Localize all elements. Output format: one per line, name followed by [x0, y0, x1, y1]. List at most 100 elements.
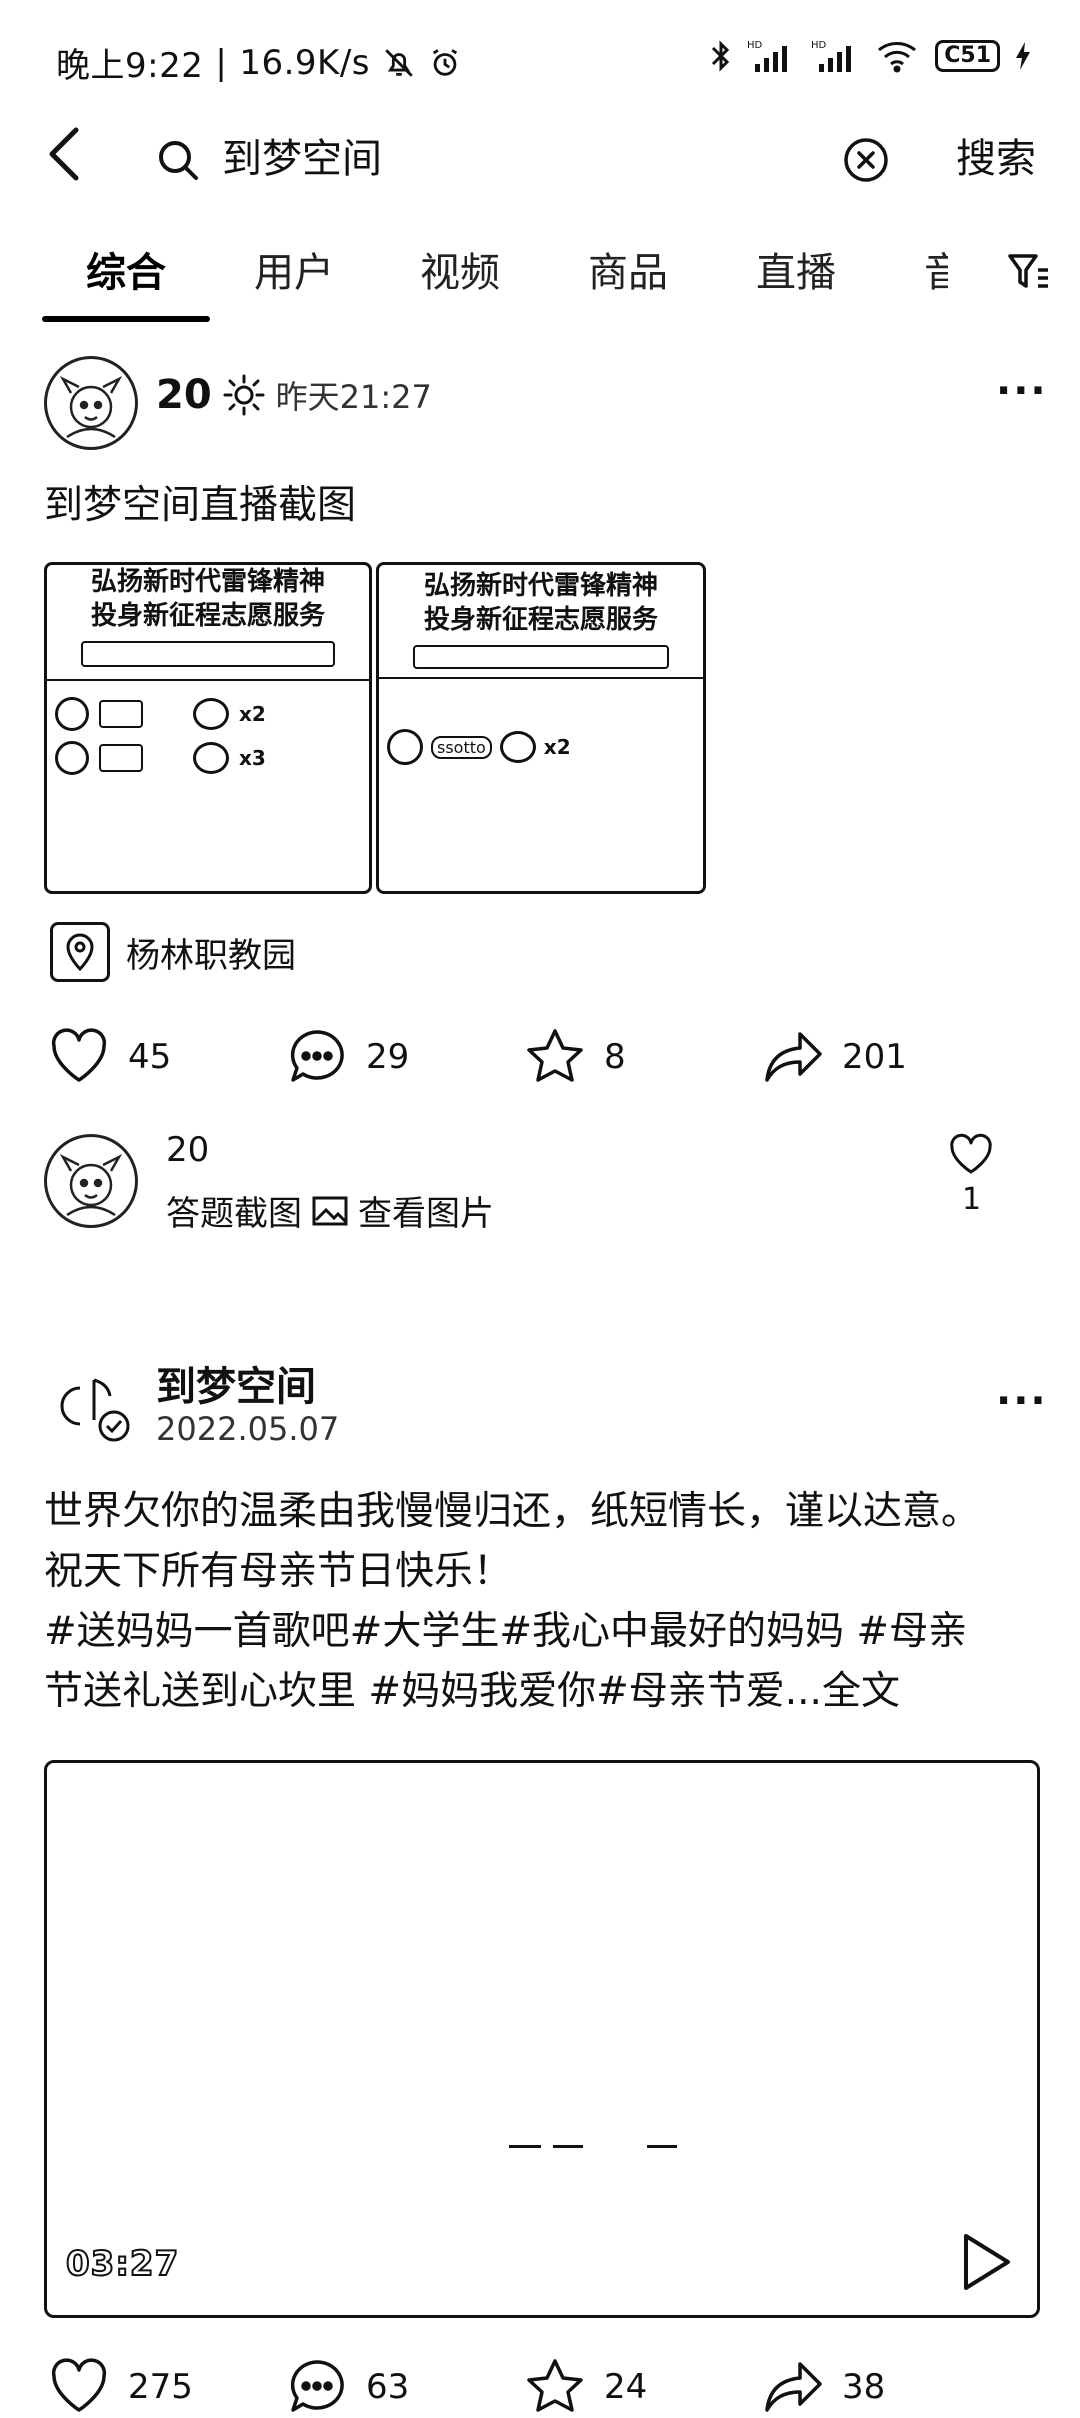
tab-users[interactable]: 用户 — [254, 240, 334, 298]
comment-icon — [290, 2360, 344, 2412]
tab-music[interactable]: 音 — [924, 240, 948, 298]
comment-count: 29 — [366, 1037, 410, 1077]
location-icon — [50, 922, 110, 982]
avatar[interactable] — [44, 356, 138, 450]
tab-general[interactable]: 综合 — [86, 240, 166, 298]
share-count: 38 — [842, 2367, 886, 2407]
thumbnail-title-line2: 投身新征程志愿服务 — [423, 605, 658, 635]
star-icon — [527, 2359, 583, 2412]
video-player[interactable] — [44, 1760, 1040, 2318]
clear-icon[interactable] — [842, 136, 890, 184]
thumbnail-count: x2 — [239, 702, 266, 726]
favorite-button[interactable]: 8 — [524, 1026, 626, 1088]
caption-line: 世界欠你的温柔由我慢慢归还，纸短情长，谨以达意。 — [44, 1489, 981, 1534]
thumbnail-divider — [47, 679, 369, 681]
post-time: 昨天21:27 — [275, 378, 432, 416]
tab-active-indicator — [42, 316, 210, 322]
thumbnail-count: x3 — [239, 746, 266, 770]
thumbnail-avatar — [55, 741, 89, 775]
svg-text:HD: HD — [747, 40, 763, 51]
like-button[interactable]: 275 — [48, 2356, 193, 2418]
share-icon — [765, 1032, 822, 1082]
comment-like-count: 1 — [962, 1182, 982, 1217]
comment-content: 答题截图 — [166, 1194, 302, 1234]
favorite-button[interactable]: 24 — [524, 2356, 647, 2418]
thumbnail-title-line1: 弘扬新时代雷锋精神 — [423, 571, 658, 601]
thumbnail-row: x2 — [55, 697, 361, 731]
battery-indicator: C51 — [935, 40, 1000, 72]
back-icon[interactable] — [40, 122, 88, 186]
thumbnail-avatar — [55, 697, 89, 731]
thumbnail-banner — [81, 641, 335, 667]
thumbnail-count: x2 — [543, 735, 571, 759]
caption-hashtags: #送妈妈一首歌吧#大学生#我心中最好的妈妈 #母亲 — [44, 1609, 968, 1654]
thumbnail-divider — [379, 677, 703, 679]
thumbnail-banner — [413, 645, 669, 669]
status-bar-left: 晚上9:22 | 16.9K/s — [56, 38, 462, 87]
tab-products[interactable]: 商品 — [588, 240, 668, 298]
heart-icon — [51, 2358, 107, 2412]
share-count: 201 — [842, 1037, 907, 1077]
share-button[interactable]: 38 — [762, 2356, 885, 2418]
caption-line: 祝天下所有母亲节日快乐！ — [44, 1549, 513, 1594]
thumbnail-user: ssotto — [431, 735, 492, 759]
share-icon — [765, 2362, 822, 2412]
status-time: 晚上9:22 — [56, 46, 204, 86]
favorite-count: 8 — [604, 1037, 626, 1077]
like-count: 45 — [128, 1037, 172, 1077]
comment-button[interactable]: 29 — [286, 1026, 409, 1088]
alarm-icon — [432, 48, 458, 76]
comment-avatar[interactable] — [44, 1134, 138, 1228]
star-icon — [527, 1029, 583, 1082]
post-author[interactable]: 到梦空间 — [156, 1354, 316, 1412]
caption-hashtags: 节送礼送到心坎里 #妈妈我爱你#母亲节爱... — [44, 1669, 822, 1714]
thumbnail-row: ssotto x2 — [387, 729, 695, 765]
post-caption[interactable]: 世界欠你的温柔由我慢慢归还，纸短情长，谨以达意。 祝天下所有母亲节日快乐！ #送… — [44, 1482, 1044, 1722]
tab-live[interactable]: 直播 — [756, 240, 836, 298]
thumbnail-title-line2: 投身新征程志愿服务 — [90, 601, 325, 631]
tab-videos[interactable]: 视频 — [420, 240, 500, 298]
like-button[interactable]: 45 — [48, 1026, 171, 1088]
caption-hashtags-line: 节送礼送到心坎里 #妈妈我爱你#母亲节爱...全文 — [44, 1662, 1044, 1722]
filter-icon[interactable] — [1006, 250, 1052, 296]
signal-icon: HD — [747, 40, 788, 72]
more-icon[interactable]: ··· — [996, 1378, 1048, 1424]
post-date: 2022.05.07 — [156, 1410, 340, 1448]
search-input[interactable]: 到梦空间 — [222, 126, 382, 184]
comment-button[interactable]: 63 — [286, 2356, 409, 2418]
avatar-image — [59, 376, 123, 439]
comment-count: 63 — [366, 2367, 410, 2407]
expand-full-text-link[interactable]: 全文 — [822, 1669, 900, 1714]
post-image-thumbnail[interactable]: 弘扬新时代雷锋精神 投身新征程志愿服务 ssotto x2 — [376, 562, 706, 894]
video-placeholder-mark — [509, 2145, 541, 2148]
search-button[interactable]: 搜索 — [956, 126, 1036, 184]
tab-bar: 综合 用户 视频 商品 直播 音 — [0, 240, 1080, 320]
view-image-link[interactable]: 查看图片 — [358, 1186, 494, 1235]
like-count: 275 — [128, 2367, 193, 2407]
thumbnail-emoji — [193, 742, 229, 774]
charging-icon — [1016, 42, 1030, 70]
video-duration: 03:27 — [65, 2243, 180, 2285]
more-icon[interactable]: ··· — [996, 368, 1048, 414]
thumbnail-title-line1: 弘扬新时代雷锋精神 — [90, 567, 325, 597]
post-image-thumbnail[interactable]: 弘扬新时代雷锋精神 投身新征程志愿服务 x2 x3 — [44, 562, 372, 894]
avatar[interactable] — [50, 1358, 146, 1454]
status-bar-right: HD HD C51 — [709, 38, 1032, 74]
status-divider: | — [215, 42, 228, 83]
location-name: 杨林职教园 — [126, 935, 296, 976]
location-tag[interactable]: 杨林职教园 — [50, 922, 296, 982]
comment-like-icon[interactable] — [948, 1132, 994, 1178]
network-speed: 16.9K/s — [239, 42, 370, 83]
share-button[interactable]: 201 — [762, 1026, 907, 1088]
thumbnail-row: x3 — [55, 741, 361, 775]
image-icon — [312, 1196, 348, 1225]
music-logo-icon — [60, 1378, 130, 1442]
post-author[interactable]: 20 — [156, 372, 212, 418]
thumbnail-avatar — [387, 729, 423, 765]
thumbnail-emoji — [193, 698, 229, 730]
comment-text[interactable]: 答题截图 查看图片 — [166, 1186, 494, 1235]
wifi-icon — [878, 42, 917, 73]
play-icon[interactable] — [958, 2230, 1014, 2294]
post-text[interactable]: 到梦空间直播截图 — [44, 476, 356, 536]
comment-username[interactable]: 20 — [166, 1130, 209, 1170]
